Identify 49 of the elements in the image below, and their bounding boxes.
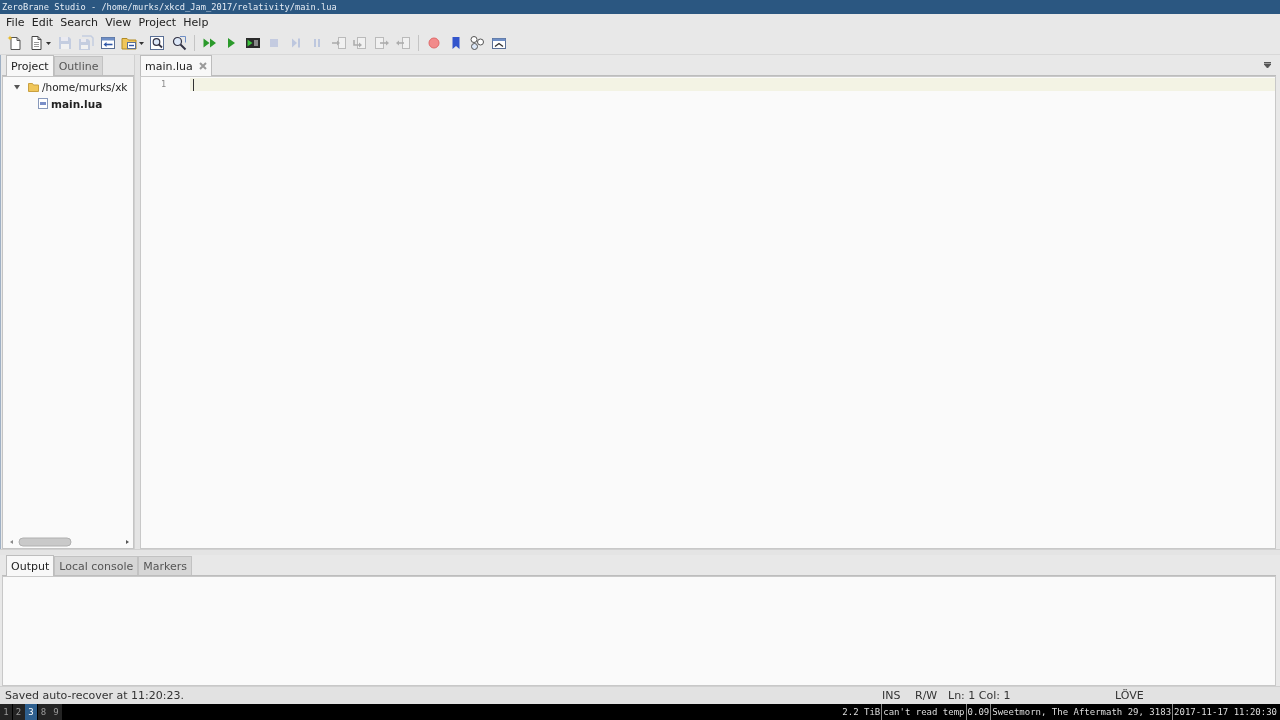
search-icon[interactable]: [149, 35, 165, 51]
text-cursor: [193, 78, 194, 91]
bubbles-icon[interactable]: [469, 35, 485, 51]
tab[interactable]: Output: [6, 555, 55, 576]
menu-item[interactable]: Help: [179, 15, 212, 31]
menu-item[interactable]: Project: [134, 15, 180, 31]
status-field: Ln: 1 Col: 1: [943, 689, 1110, 702]
window-chevron-icon[interactable]: [490, 35, 507, 51]
expand-arrow-icon[interactable]: [14, 83, 20, 90]
workspace-button[interactable]: 9: [50, 704, 62, 720]
code-editor[interactable]: 1: [140, 76, 1276, 549]
caret-icon[interactable]: [1264, 62, 1271, 68]
status-field: R/W: [910, 689, 943, 702]
close-icon[interactable]: [198, 62, 207, 70]
menu-item[interactable]: Search: [56, 15, 102, 31]
tab[interactable]: Project: [6, 55, 54, 76]
folder-icon: [28, 81, 39, 92]
status-text: can't read temp: [881, 704, 966, 720]
file-icon: [38, 98, 48, 109]
workspace-button[interactable]: 2: [12, 704, 25, 720]
tab[interactable]: Outline: [53, 56, 104, 75]
status-field: INS: [877, 689, 910, 702]
folder-window-icon[interactable]: [121, 35, 137, 51]
status-text: 2017-11-17 11:20:30: [1172, 704, 1278, 720]
magnifier-icon[interactable]: [170, 35, 187, 51]
tree-item[interactable]: main.lua: [51, 97, 103, 110]
circle-icon[interactable]: [426, 35, 442, 51]
new-file-icon[interactable]: [7, 35, 23, 51]
tree-item[interactable]: /home/murks/xk: [42, 80, 128, 93]
status-text: 2.2 TiB: [841, 706, 882, 719]
menu-item[interactable]: File: [2, 15, 29, 31]
status-text: 0.09: [965, 704, 991, 720]
workspace-button[interactable]: 8: [37, 704, 50, 720]
document-icon[interactable]: [28, 35, 45, 51]
status-field: LÖVE: [1110, 689, 1215, 702]
workspace-button[interactable]: 1: [0, 704, 12, 720]
window-title: ZeroBrane Studio - /home/murks/xkcd_Jam_2017/relativity/main.lua: [2, 1, 337, 13]
status-text: Sweetmorn, The Aftermath 29, 3183: [990, 704, 1173, 720]
workspace-button[interactable]: 3: [25, 704, 37, 720]
caret-icon[interactable]: [46, 41, 51, 45]
tab[interactable]: main.lua: [140, 55, 212, 76]
tab[interactable]: Local console: [54, 556, 139, 575]
menu-item[interactable]: View: [101, 15, 135, 31]
tab[interactable]: Markers: [138, 556, 193, 575]
menu-item[interactable]: Edit: [28, 15, 57, 31]
status-message: Saved auto-recover at 11:20:23.: [4, 689, 185, 702]
line-number: 1: [159, 78, 166, 91]
play-box-icon[interactable]: [244, 35, 261, 51]
caret-icon[interactable]: [138, 41, 144, 45]
